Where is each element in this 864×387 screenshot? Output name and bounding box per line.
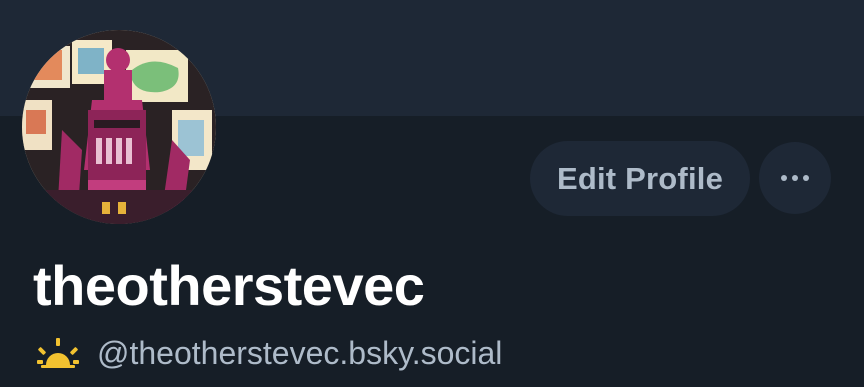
avatar-image [22, 30, 216, 224]
display-name: theotherstevec [33, 254, 425, 317]
more-options-button[interactable] [759, 142, 831, 214]
ellipsis-icon [781, 175, 809, 181]
handle-text: @theotherstevec.bsky.social [97, 335, 503, 371]
handle-row: @theotherstevec.bsky.social [37, 333, 502, 373]
edit-profile-button[interactable]: Edit Profile [530, 141, 750, 216]
edit-profile-label: Edit Profile [556, 160, 724, 196]
profile-avatar[interactable] [22, 30, 216, 224]
sun-icon [37, 338, 79, 368]
